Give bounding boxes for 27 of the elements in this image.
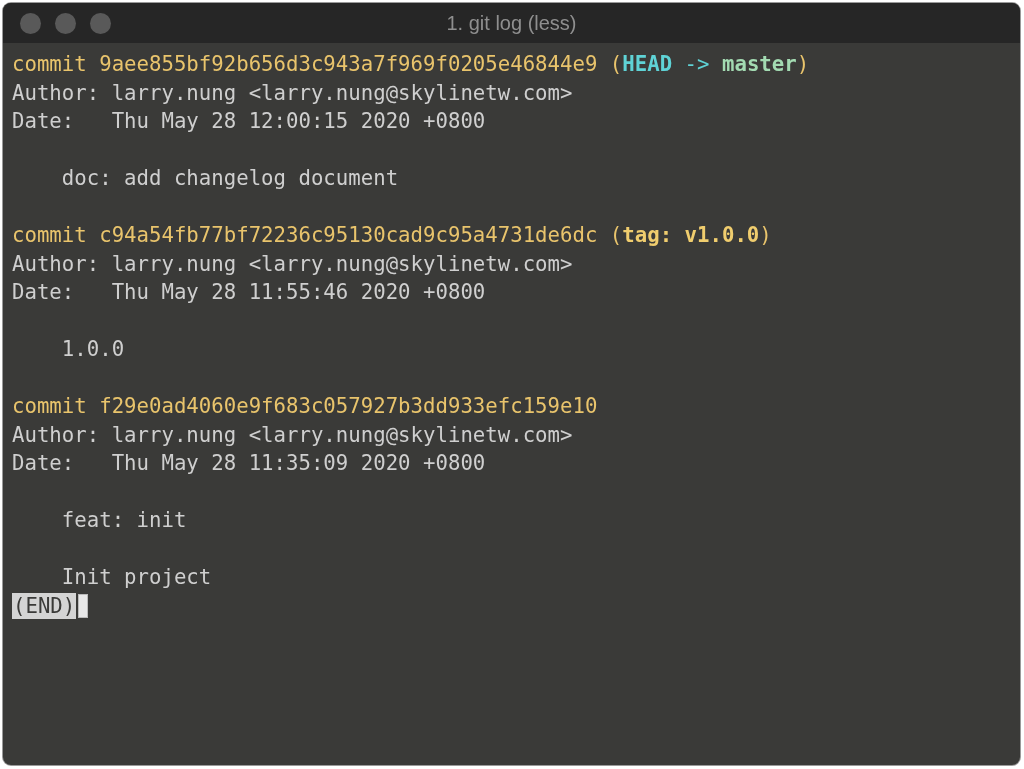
log-text: feat: init: [61, 507, 187, 534]
commit-hash: commit 9aee855bf92b656d3c943a7f969f0205e46844e9: [12, 51, 598, 78]
log-text: Date: Thu May 28 11:55:46 2020 +0800: [12, 279, 486, 306]
log-text: Author: larry.nung <larry.nung@skylinetw.com>: [12, 79, 573, 107]
log-text: Date: Thu May 28 11:35:09 2020 +0800: [12, 450, 486, 477]
log-text: Author: larry.nung <larry.nung@skylinetw.com>: [12, 421, 573, 449]
log-text: 1.0.0: [61, 336, 125, 363]
decoration-paren: ): [796, 51, 810, 78]
head-ref: HEAD: [622, 51, 673, 78]
log-text: Date: Thu May 28 12:00:15 2020 +0800: [12, 108, 486, 135]
decoration-paren: (: [609, 222, 623, 249]
commit-hash: commit f29e0ad4060e9f683c057927b3dd933efc159e10: [12, 393, 598, 420]
minimize-button[interactable]: [55, 12, 76, 34]
window-title: 1. git log (less): [446, 11, 577, 34]
decoration-paren: (: [609, 51, 623, 78]
commit-hash: commit c94a54fb77bf72236c95130cad9c95a4731de6dc: [12, 222, 598, 249]
log-text: Init project: [61, 564, 212, 591]
log-text: Author: larry.nung <larry.nung@skylinetw.com>: [12, 250, 573, 278]
branch-name: master: [721, 51, 797, 78]
decoration-paren: ): [759, 222, 772, 249]
tag-name: tag: v1.0.0: [622, 222, 760, 249]
zoom-button[interactable]: [90, 12, 111, 34]
text-cursor: [78, 593, 89, 618]
close-button[interactable]: [20, 12, 41, 34]
log-text: doc: add changelog document: [61, 165, 399, 192]
end-prompt: (END): [12, 592, 77, 619]
ref-arrow: ->: [684, 51, 710, 78]
